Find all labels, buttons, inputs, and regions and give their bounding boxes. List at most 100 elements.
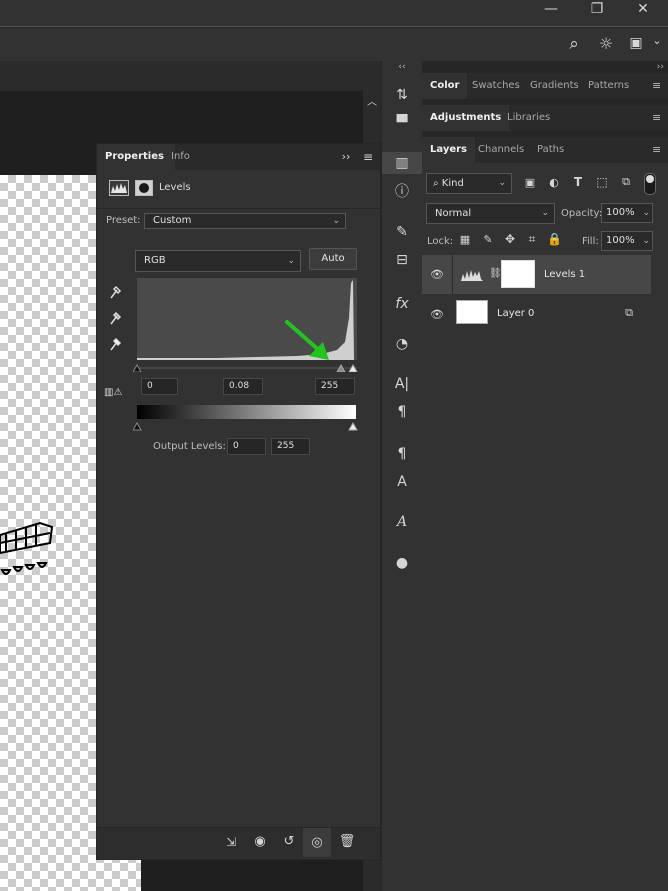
visibility-eye-icon[interactable]: 👁 (430, 308, 444, 321)
options-bar: ⌕ ☼ ▣ ⌄ (0, 27, 668, 62)
layer-name[interactable]: Layer 0 (497, 308, 534, 319)
character-icon[interactable]: A| (382, 373, 422, 395)
opacity-field[interactable]: 100% ⌄ (601, 203, 653, 223)
expand-dock-icon[interactable]: ›› (657, 61, 664, 73)
blend-mode-dropdown[interactable]: Normal ⌄ (426, 203, 555, 224)
annotation-arrow (285, 320, 329, 360)
input-gamma-field[interactable]: 0.08 (223, 378, 263, 395)
paragraph-styles-icon[interactable]: ¶ (382, 443, 422, 465)
blend-mode-value: Normal (435, 208, 472, 219)
tab-adjustments[interactable]: Adjustments (422, 105, 510, 131)
brush-settings-icon[interactable]: ✎ (382, 221, 422, 243)
clip-to-layer-icon[interactable]: ⇲ (221, 835, 241, 849)
lock-label: Lock: (427, 236, 454, 247)
tab-paths[interactable]: Paths (529, 137, 572, 163)
materials-icon[interactable]: ● (382, 552, 422, 574)
collapse-panel-icon[interactable]: ›› (339, 150, 353, 163)
delete-icon[interactable]: 🗑 (337, 834, 357, 849)
panel-menu-icon[interactable]: ≡ (652, 80, 664, 92)
channel-dropdown[interactable]: RGB ⌄ (135, 250, 301, 272)
styles-icon[interactable]: fx (382, 293, 422, 315)
workspace-layout-icon[interactable]: ▣ (626, 35, 646, 51)
reset-icon[interactable]: ↺ (279, 834, 299, 849)
paragraph-icon[interactable]: ¶ (382, 401, 422, 423)
filter-toggle[interactable] (644, 173, 656, 195)
output-levels-slider[interactable] (133, 419, 361, 431)
fill-field[interactable]: 100% ⌄ (601, 231, 653, 251)
panel-menu-icon[interactable]: ≡ (652, 144, 664, 156)
restore-icon[interactable]: ❐ (574, 0, 620, 26)
lock-all-icon[interactable]: 🔒 (547, 232, 562, 246)
lock-image-pixels-icon[interactable]: ✎ (481, 233, 495, 246)
comments-icon[interactable]: ▀ (382, 112, 422, 134)
panel-menu-icon[interactable]: ≡ (361, 150, 375, 164)
smart-object-icon: ⧉ (625, 306, 633, 319)
properties-panel: Properties Info ›› ≡ Levels Preset: Cust… (96, 143, 381, 860)
tab-channels[interactable]: Channels (470, 137, 532, 163)
layers-panel-tabs: Layers Channels Paths ≡ (422, 137, 668, 163)
tab-swatches[interactable]: Swatches (464, 73, 528, 99)
layer-thumbnail[interactable] (456, 300, 488, 324)
layer-row-levels-1[interactable]: 👁 ⛓ Levels 1 (422, 255, 651, 294)
filter-shape-icon[interactable]: ⬚ (594, 175, 610, 189)
filter-type-icon[interactable]: T (570, 175, 586, 189)
tab-layers[interactable]: Layers (422, 137, 475, 163)
output-white-handle[interactable] (348, 421, 358, 431)
fill-value: 100% (606, 235, 635, 246)
black-point-eyedropper-icon[interactable] (108, 284, 122, 300)
lock-transparent-pixels-icon[interactable]: ▦ (458, 233, 472, 246)
lock-artboard-icon[interactable]: ⌗ (525, 232, 539, 247)
lightbulb-icon[interactable]: ☼ (596, 34, 616, 53)
layer-filter-dropdown[interactable]: ⌕ Kind ⌄ (426, 173, 512, 194)
right-panel-dock: ›› Color Swatches Gradients Patterns ≡ A… (422, 61, 668, 891)
properties-panel-icon[interactable]: ▥ (382, 152, 422, 174)
minimize-icon[interactable]: — (528, 0, 574, 26)
tab-info[interactable]: Info (163, 144, 198, 170)
visibility-icon[interactable]: ◎ (303, 828, 331, 857)
tab-libraries[interactable]: Libraries (499, 105, 558, 131)
search-icon[interactable]: ⌕ (564, 34, 584, 54)
collapse-icon[interactable]: ‹‹ (382, 61, 422, 73)
clipping-warning-icon[interactable]: ▥⚠ (104, 387, 122, 398)
filter-pixel-icon[interactable]: ▣ (522, 176, 538, 189)
preset-dropdown[interactable]: Custom ⌄ (144, 213, 346, 229)
history-icon[interactable]: ⇅ (382, 84, 422, 106)
output-black-field[interactable]: 0 (227, 438, 266, 455)
info-icon[interactable]: ⓘ (382, 181, 422, 203)
adjustment-title: Levels (159, 182, 191, 193)
white-point-eyedropper-icon[interactable] (108, 336, 122, 352)
filter-smart-object-icon[interactable]: ⧉ (618, 175, 634, 189)
preset-value: Custom (153, 215, 192, 226)
layer-row-layer-0[interactable]: 👁 Layer 0 ⧉ (422, 295, 651, 334)
tab-patterns[interactable]: Patterns (580, 73, 637, 99)
auto-button[interactable]: Auto (309, 248, 357, 270)
glyphs-icon[interactable]: A (382, 511, 422, 533)
filter-kind-value: Kind (441, 178, 464, 189)
gray-point-eyedropper-icon[interactable] (108, 310, 122, 326)
clone-source-icon[interactable]: ◔ (382, 333, 422, 355)
character-styles-icon[interactable]: A (382, 471, 422, 493)
mask-link-icon[interactable]: ⛓ (489, 268, 502, 279)
layer-mask-icon[interactable] (135, 180, 153, 196)
panel-menu-icon[interactable]: ≡ (652, 112, 664, 124)
view-previous-icon[interactable]: ◉ (250, 834, 270, 849)
layer-mask-thumbnail[interactable] (501, 260, 535, 288)
output-white-field[interactable]: 255 (271, 438, 310, 455)
lock-position-icon[interactable]: ✥ (503, 232, 517, 246)
filter-adjustment-icon[interactable]: ◐ (546, 176, 562, 189)
output-black-handle[interactable] (133, 421, 142, 431)
workspace-chevron-icon[interactable]: ⌄ (650, 34, 664, 47)
layer-name[interactable]: Levels 1 (544, 269, 585, 280)
tab-color[interactable]: Color (422, 73, 468, 99)
close-icon[interactable]: ✕ (620, 0, 666, 26)
scroll-up-icon[interactable]: ︿ (363, 93, 381, 108)
input-black-field[interactable]: 0 (141, 378, 178, 395)
chevron-down-icon: ⌄ (642, 208, 650, 218)
tab-gradients[interactable]: Gradients (522, 73, 587, 99)
document-tab-strip (0, 61, 381, 91)
chevron-down-icon: ⌄ (642, 236, 650, 246)
input-white-field[interactable]: 255 (315, 378, 355, 395)
fill-label: Fill: (582, 236, 599, 247)
tool-presets-icon[interactable]: ⊟ (382, 249, 422, 271)
visibility-eye-icon[interactable]: 👁 (430, 268, 444, 281)
